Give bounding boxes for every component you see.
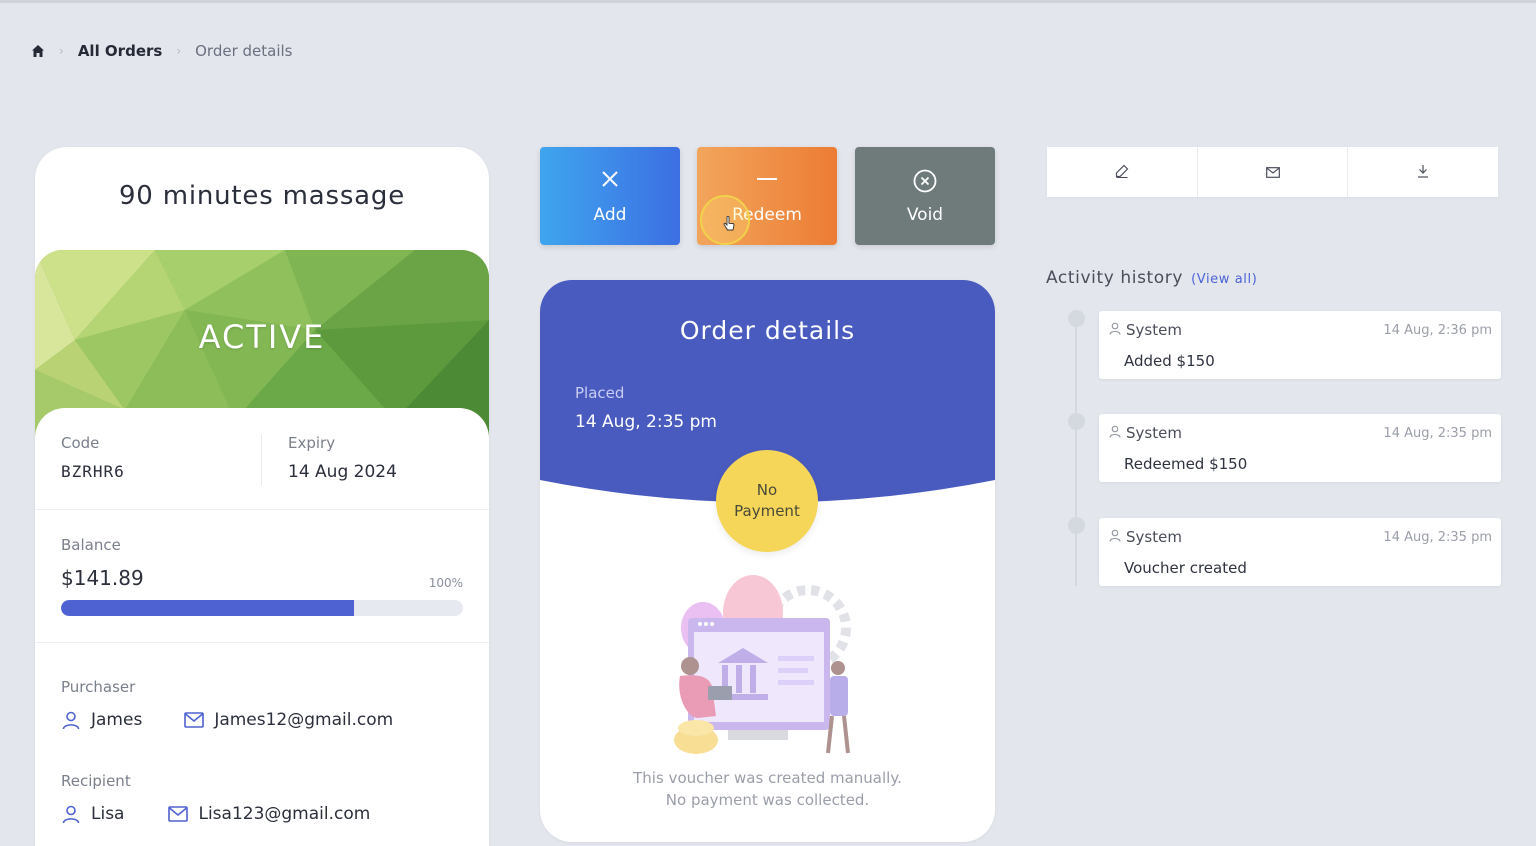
voucher-card: 90 minutes massage ACTIVE Code BZRHR6 Ex… — [35, 147, 489, 846]
download-button[interactable] — [1348, 147, 1498, 197]
user-icon — [1109, 528, 1121, 546]
activity-message: Voucher created — [1124, 559, 1247, 577]
balance-percent: 100% — [428, 576, 463, 590]
download-icon — [1417, 163, 1429, 182]
recipient-label: Recipient — [61, 772, 131, 790]
order-note-line-2: No payment was collected. — [665, 791, 870, 809]
breadcrumb-separator: › — [176, 44, 182, 58]
purchaser-section: Purchaser James James12@gmail.com — [61, 678, 481, 730]
code-label: Code — [61, 434, 100, 452]
order-note-line-1: This voucher was created manually. — [633, 769, 902, 787]
mail-icon — [1265, 163, 1280, 182]
activity-item: System 14 Aug, 2:35 pm Voucher created — [1099, 518, 1501, 586]
voucher-title: 90 minutes massage — [118, 181, 406, 211]
add-button[interactable]: Add — [540, 147, 680, 245]
breadcrumb-order-details: Order details — [195, 42, 293, 60]
placed-label: Placed — [575, 384, 625, 402]
code-block: Code BZRHR6 — [61, 434, 125, 481]
balance-section: Balance $141.89 100% — [61, 536, 463, 616]
expiry-block: Expiry 14 Aug 2024 — [288, 434, 397, 482]
activity-message: Added $150 — [1124, 352, 1215, 370]
user-icon — [61, 710, 81, 730]
mail-icon — [184, 712, 205, 728]
add-label: Add — [593, 205, 627, 225]
timeline-dot — [1068, 413, 1085, 430]
activity-user: System — [1109, 528, 1182, 546]
purchaser-label: Purchaser — [61, 678, 136, 696]
activity-history-header: Activity history (View all) — [1046, 268, 1257, 288]
activity-time: 14 Aug, 2:35 pm — [1383, 530, 1492, 545]
balance-progress-fill — [61, 600, 355, 616]
balance-amount: $141.89 — [61, 566, 144, 590]
voucher-code: BZRHR6 — [61, 462, 125, 481]
email-button[interactable] — [1198, 147, 1349, 197]
order-title: Order details — [679, 316, 856, 345]
top-edge — [0, 0, 1536, 3]
user-icon — [1109, 321, 1121, 339]
payment-status-text: No Payment — [734, 481, 800, 520]
hand-cursor-icon — [723, 215, 735, 236]
balance-progress-bar — [61, 600, 463, 616]
void-button[interactable]: Void — [855, 147, 995, 245]
view-all-link[interactable]: (View all) — [1191, 272, 1257, 287]
cancel-circle-icon — [855, 169, 995, 193]
activity-item: System 14 Aug, 2:36 pm Added $150 — [1099, 311, 1501, 379]
activity-time: 14 Aug, 2:35 pm — [1383, 426, 1492, 441]
divider — [261, 434, 262, 486]
breadcrumb-all-orders[interactable]: All Orders — [78, 42, 163, 60]
voucher-details: Code BZRHR6 Expiry 14 Aug 2024 Balance $… — [35, 408, 489, 846]
divider — [35, 642, 489, 643]
user-icon — [1109, 424, 1121, 442]
payment-status-badge: No Payment — [716, 450, 818, 552]
purchaser-row: James James12@gmail.com — [61, 710, 481, 730]
divider — [35, 509, 489, 510]
edit-icon — [1115, 163, 1129, 182]
recipient-section: Recipient Lisa Lisa123@gmail.com — [61, 772, 481, 824]
close-icon — [540, 169, 680, 189]
order-note: This voucher was created manually. No pa… — [540, 767, 995, 811]
expiry-date: 14 Aug 2024 — [288, 462, 397, 482]
voucher-status: ACTIVE — [198, 318, 326, 356]
voucher-illustration — [674, 575, 851, 754]
activity-user-name: System — [1126, 528, 1182, 546]
placed-date: 14 Aug, 2:35 pm — [575, 412, 717, 432]
home-icon[interactable] — [31, 44, 45, 58]
recipient-row: Lisa Lisa123@gmail.com — [61, 804, 481, 824]
activity-user-name: System — [1126, 321, 1182, 339]
activity-message: Redeemed $150 — [1124, 455, 1248, 473]
voucher-toolbar — [1047, 147, 1498, 197]
activity-history-title: Activity history — [1046, 268, 1184, 288]
user-icon — [61, 804, 81, 824]
void-label: Void — [906, 205, 944, 225]
code-expiry-row: Code BZRHR6 Expiry 14 Aug 2024 — [35, 434, 489, 510]
activity-user: System — [1109, 424, 1182, 442]
activity-user: System — [1109, 321, 1182, 339]
purchaser-name: James — [91, 710, 143, 730]
purchaser-email[interactable]: James12@gmail.com — [214, 710, 393, 730]
edit-button[interactable] — [1047, 147, 1198, 197]
breadcrumb-separator: › — [59, 44, 64, 58]
expiry-label: Expiry — [288, 434, 336, 452]
minus-icon — [697, 169, 837, 189]
timeline-dot — [1068, 310, 1085, 327]
recipient-email[interactable]: Lisa123@gmail.com — [198, 804, 370, 824]
activity-time: 14 Aug, 2:36 pm — [1383, 323, 1492, 338]
recipient-name: Lisa — [91, 804, 125, 824]
timeline-line — [1075, 318, 1077, 586]
activity-item: System 14 Aug, 2:35 pm Redeemed $150 — [1099, 414, 1501, 482]
breadcrumb: › All Orders › Order details — [31, 42, 293, 60]
order-details-card: Order details Placed 14 Aug, 2:35 pm No … — [540, 280, 995, 842]
timeline-dot — [1068, 517, 1085, 534]
mail-icon — [168, 806, 189, 822]
balance-label: Balance — [61, 536, 121, 554]
activity-user-name: System — [1126, 424, 1182, 442]
